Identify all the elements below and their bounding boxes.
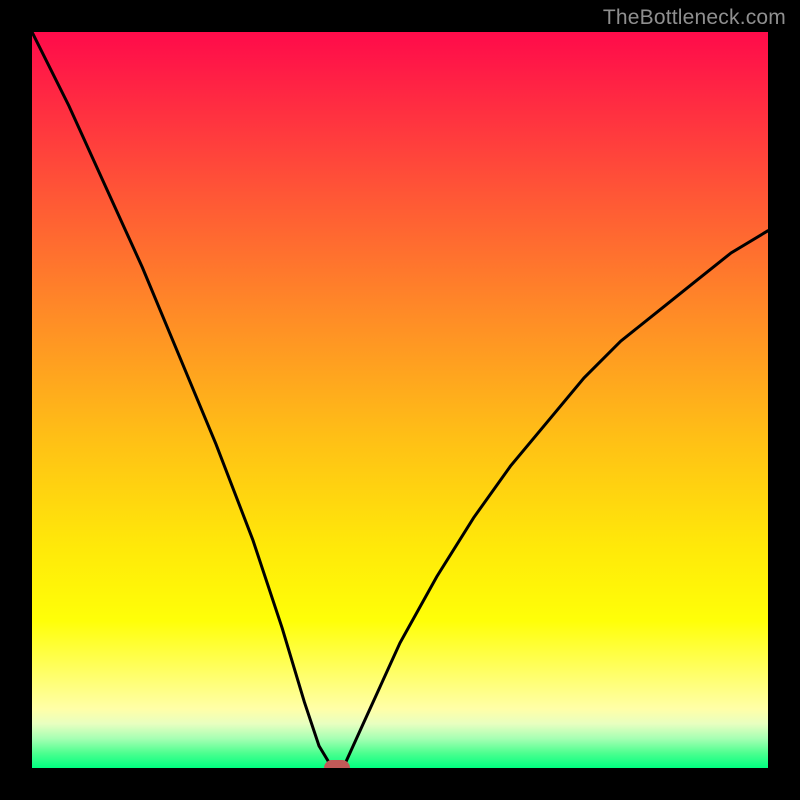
minimum-marker: [324, 760, 350, 768]
chart-frame: TheBottleneck.com: [0, 0, 800, 800]
bottleneck-curve-path: [32, 32, 768, 768]
curve-svg: [32, 32, 768, 768]
plot-area: [32, 32, 768, 768]
watermark-text: TheBottleneck.com: [603, 6, 786, 30]
